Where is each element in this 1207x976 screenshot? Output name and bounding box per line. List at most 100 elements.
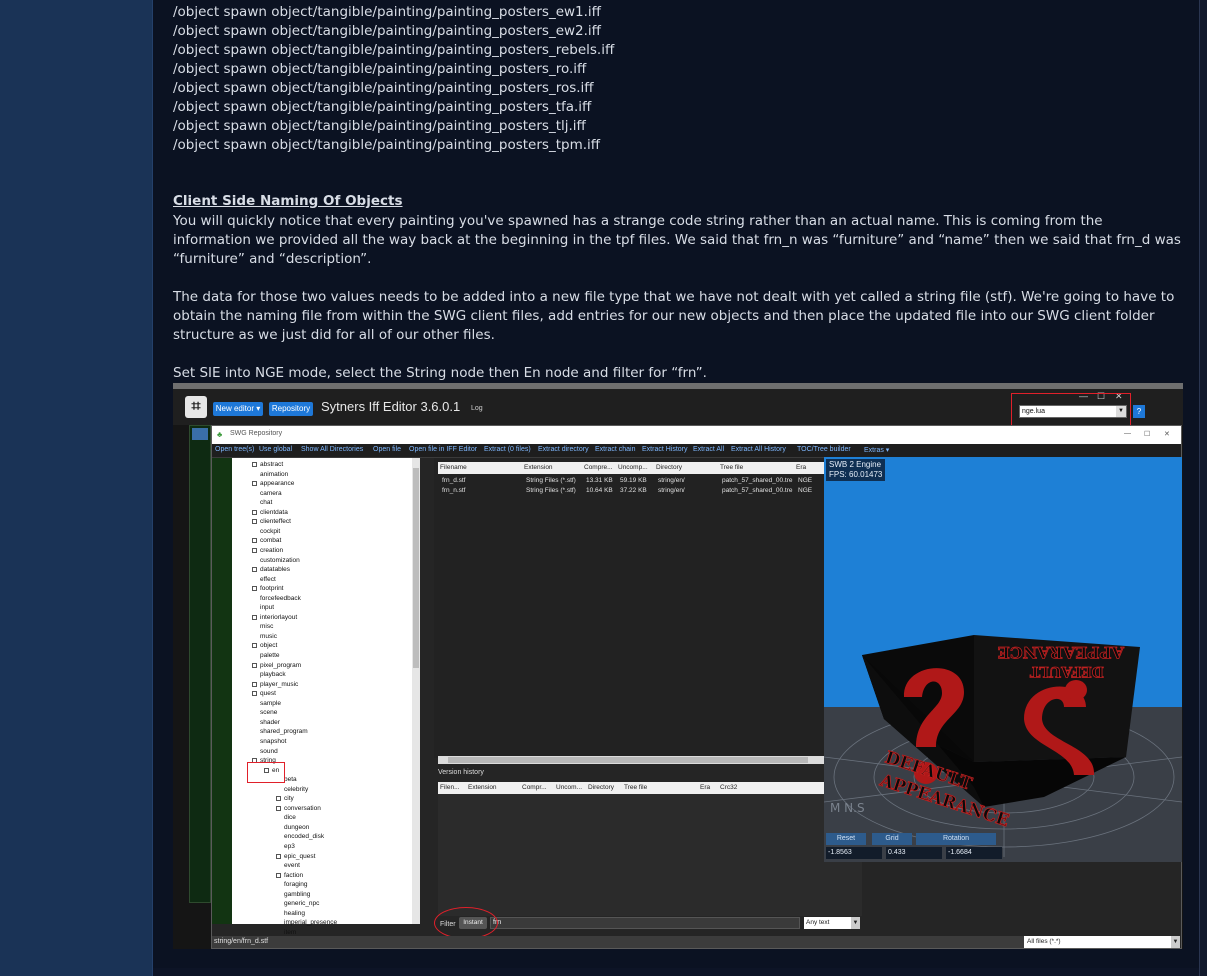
- repo-maximize-icon[interactable]: ☐: [1144, 430, 1150, 438]
- tree-item[interactable]: snapshot: [260, 738, 286, 745]
- tree-expand-icon[interactable]: [252, 586, 257, 592]
- version-history-column-header[interactable]: Uncom...: [556, 784, 582, 791]
- help-button[interactable]: ?: [1133, 405, 1145, 418]
- tree-scrollbar[interactable]: [412, 458, 420, 924]
- version-history-column-header[interactable]: Tree file: [624, 784, 647, 791]
- tree-item[interactable]: abstract: [260, 461, 283, 468]
- repo-close-icon[interactable]: ✕: [1164, 430, 1170, 438]
- filter-mode-select[interactable]: Any text ▼: [804, 917, 860, 929]
- tree-expand-icon[interactable]: [252, 691, 257, 697]
- grid-button[interactable]: Grid: [872, 833, 912, 845]
- version-history-column-header[interactable]: Compr...: [522, 784, 547, 791]
- tree-item[interactable]: footprint: [260, 585, 284, 592]
- file-type-select[interactable]: All files (*.*) ▼: [1024, 936, 1180, 948]
- tree-item[interactable]: sound: [260, 748, 278, 755]
- tree-expand-icon[interactable]: [276, 796, 281, 802]
- tree-item[interactable]: pixel_program: [260, 662, 301, 669]
- tree-item[interactable]: imperial_presence: [284, 919, 337, 926]
- file-list-scrollbar[interactable]: [438, 756, 858, 764]
- tree-item[interactable]: music: [260, 633, 277, 640]
- tree-item[interactable]: datatables: [260, 566, 290, 573]
- tree-item[interactable]: player_music: [260, 681, 298, 688]
- tree-item[interactable]: forcefeedback: [260, 595, 301, 602]
- tree-item[interactable]: healing: [284, 910, 305, 917]
- tree-item[interactable]: playback: [260, 671, 286, 678]
- repo-menu-item[interactable]: Use global: [259, 446, 292, 453]
- repo-menu-item[interactable]: Extract (0 files): [484, 446, 531, 453]
- rotation-z-value[interactable]: -1.6684: [946, 847, 1002, 859]
- tree-item[interactable]: animation: [260, 471, 288, 478]
- tree-item[interactable]: ep3: [284, 843, 295, 850]
- repo-menu-item[interactable]: Open tree(s): [215, 446, 254, 453]
- repo-menu-item[interactable]: Extras ▾: [864, 446, 889, 454]
- file-list-column-header[interactable]: Extension: [524, 464, 553, 471]
- file-list-scroll-thumb[interactable]: [448, 757, 808, 763]
- tree-item[interactable]: input: [260, 604, 274, 611]
- 3d-viewport[interactable]: SWB 2 Engine FPS: 60.01473 APPEARANCE DE…: [824, 457, 1182, 862]
- tree-expand-icon[interactable]: [252, 481, 257, 487]
- tree-expand-icon[interactable]: [252, 681, 257, 687]
- tree-item[interactable]: cockpit: [260, 528, 280, 535]
- repo-minimize-icon[interactable]: —: [1124, 430, 1131, 437]
- tree-expand-icon[interactable]: [252, 662, 257, 668]
- tree-item[interactable]: encoded_disk: [284, 833, 324, 840]
- tree-item[interactable]: creation: [260, 547, 283, 554]
- version-history-column-header[interactable]: Crc32: [720, 784, 737, 791]
- tree-item[interactable]: dungeon: [284, 824, 309, 831]
- version-history-column-header[interactable]: Extension: [468, 784, 497, 791]
- tree-item[interactable]: gambling: [284, 891, 310, 898]
- tree-item[interactable]: effect: [260, 576, 276, 583]
- tree-item[interactable]: epic_quest: [284, 853, 315, 860]
- tree-item[interactable]: clienteffect: [260, 518, 291, 525]
- tree-expand-icon[interactable]: [252, 643, 257, 649]
- tree-item[interactable]: faction: [284, 872, 303, 879]
- tree-expand-icon[interactable]: [252, 538, 257, 544]
- repo-menu-item[interactable]: Open file: [373, 446, 401, 453]
- repository-button[interactable]: Repository: [269, 402, 313, 416]
- tree-expand-icon[interactable]: [252, 462, 257, 467]
- version-history-column-header[interactable]: Era: [700, 784, 710, 791]
- rotation-x-value[interactable]: -1.8563: [826, 847, 882, 859]
- log-link[interactable]: Log: [471, 405, 483, 412]
- reset-button[interactable]: Reset: [826, 833, 866, 845]
- repo-menu-item[interactable]: Open file in IFF Editor: [409, 446, 477, 453]
- tree-item[interactable]: appearance: [260, 480, 294, 487]
- tree-item[interactable]: city: [284, 795, 294, 802]
- rotation-button[interactable]: Rotation: [916, 833, 996, 845]
- tree-item[interactable]: camera: [260, 490, 282, 497]
- version-history-column-header[interactable]: Filen...: [440, 784, 460, 791]
- repo-menu-item[interactable]: Extract chain: [595, 446, 635, 453]
- directory-tree[interactable]: abstract animation appearance camera chat cli…: [212, 458, 420, 936]
- tree-expand-icon[interactable]: [276, 872, 281, 878]
- tree-item[interactable]: dice: [284, 814, 296, 821]
- tree-item[interactable]: customization: [260, 557, 300, 564]
- tree-item[interactable]: generic_npc: [284, 900, 319, 907]
- version-history-column-header[interactable]: Directory: [588, 784, 614, 791]
- tree-item[interactable]: sample: [260, 700, 281, 707]
- tree-item[interactable]: item: [284, 929, 296, 936]
- tree-item[interactable]: interiorlayout: [260, 614, 297, 621]
- tree-item[interactable]: object: [260, 642, 277, 649]
- filter-input[interactable]: frn: [490, 917, 800, 929]
- tree-item[interactable]: quest: [260, 690, 276, 697]
- tree-item[interactable]: foraging: [284, 881, 308, 888]
- tree-item[interactable]: conversation: [284, 805, 321, 812]
- repo-menu-item[interactable]: TOC/Tree builder: [797, 446, 851, 453]
- rotation-y-value[interactable]: 0.433: [886, 847, 942, 859]
- tree-expand-icon[interactable]: [252, 614, 257, 620]
- tree-item[interactable]: shader: [260, 719, 280, 726]
- repo-menu-item[interactable]: Extract History: [642, 446, 688, 453]
- tree-item[interactable]: shared_program: [260, 728, 308, 735]
- tree-expand-icon[interactable]: [252, 547, 257, 553]
- tree-expand-icon[interactable]: [276, 853, 281, 859]
- file-list-column-header[interactable]: Directory: [656, 464, 682, 471]
- page-scrollbar[interactable]: [1199, 0, 1207, 976]
- repo-menu-item[interactable]: Extract All: [693, 446, 724, 453]
- file-list-column-header[interactable]: Tree file: [720, 464, 743, 471]
- file-list-column-header[interactable]: Compre...: [584, 464, 613, 471]
- tree-item[interactable]: chat: [260, 499, 272, 506]
- repo-menu-item[interactable]: Show All Directories: [301, 446, 363, 453]
- tree-item[interactable]: scene: [260, 709, 277, 716]
- file-list-column-header[interactable]: Filename: [440, 464, 467, 471]
- tree-item[interactable]: event: [284, 862, 300, 869]
